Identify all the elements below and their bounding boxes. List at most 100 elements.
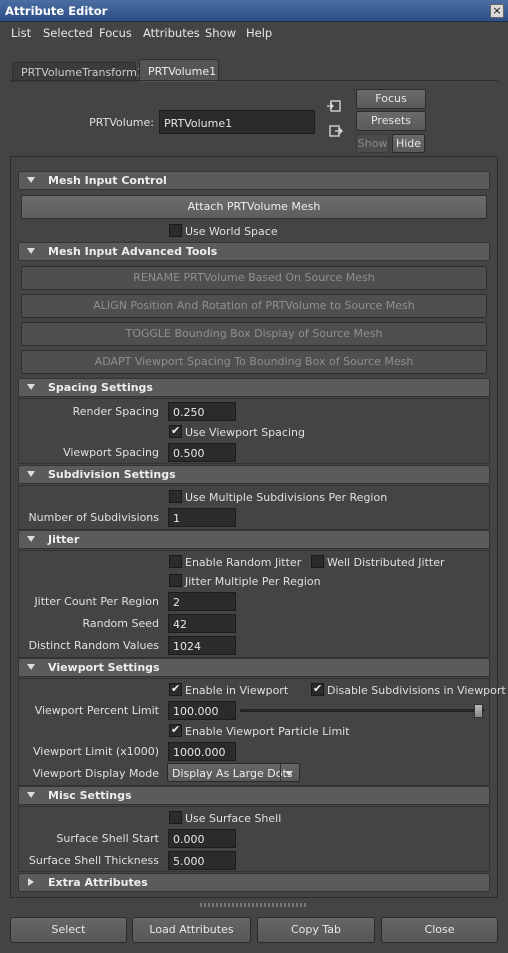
tab-prtvolumetransform1[interactable]: PRTVolumeTransform1 [12, 62, 144, 82]
expanded-triangle-icon [27, 792, 35, 798]
surface-shell-thickness-field[interactable]: 5.000 [168, 851, 236, 870]
viewport-spacing-field[interactable]: 0.500 [168, 443, 236, 462]
toggle-bbox-button[interactable]: TOGGLE Bounding Box Display of Source Me… [21, 322, 487, 346]
viewport-spacing-label: Viewport Spacing [63, 446, 159, 459]
expanded-triangle-icon [27, 664, 35, 670]
viewport-display-mode-dropdown[interactable]: Display As Large Dots [167, 763, 300, 782]
node-label: PRTVolume: [89, 116, 154, 129]
expanded-triangle-icon [27, 471, 35, 477]
section-title: Extra Attributes [48, 876, 148, 889]
expanded-triangle-icon [27, 384, 35, 390]
viewport-percent-slider[interactable] [240, 704, 484, 718]
random-seed-field[interactable]: 42 [168, 614, 236, 633]
disable-subdivisions-label: Disable Subdivisions in Viewport [327, 684, 506, 697]
collapsed-triangle-icon [28, 878, 34, 886]
viewport-percent-limit-field[interactable]: 100.000 [168, 701, 236, 720]
expanded-triangle-icon [27, 536, 35, 542]
enable-random-jitter-checkbox[interactable] [169, 555, 182, 568]
section-viewport-settings[interactable]: Viewport Settings [18, 658, 490, 677]
jitter-count-label: Jitter Count Per Region [34, 595, 159, 608]
number-of-subdivisions-field[interactable]: 1 [168, 508, 236, 527]
attach-mesh-button[interactable]: Attach PRTVolume Mesh [21, 195, 487, 219]
enable-random-jitter-label: Enable Random Jitter [185, 556, 302, 569]
menu-focus[interactable]: Focus [99, 26, 132, 40]
surface-shell-start-label: Surface Shell Start [56, 832, 159, 845]
use-multiple-subdivisions-checkbox[interactable] [169, 490, 182, 503]
menu-list[interactable]: List [11, 26, 31, 40]
select-button[interactable]: Select [10, 917, 127, 943]
distinct-random-values-field[interactable]: 1024 [168, 636, 236, 655]
copy-tab-button[interactable]: Copy Tab [257, 917, 375, 943]
viewport-limit-field[interactable]: 1000.000 [168, 742, 236, 761]
load-attributes-button[interactable]: Load Attributes [132, 917, 251, 943]
tab-prtvolume1[interactable]: PRTVolume1 [139, 59, 219, 82]
align-button[interactable]: ALIGN Position And Rotation of PRTVolume… [21, 294, 487, 318]
section-title: Jitter [48, 533, 80, 546]
section-jitter[interactable]: Jitter [18, 530, 490, 549]
use-surface-shell-checkbox[interactable] [169, 811, 182, 824]
render-spacing-field[interactable]: 0.250 [168, 402, 236, 421]
presets-button[interactable]: Presets [356, 111, 426, 131]
section-title: Subdivision Settings [48, 468, 176, 481]
expanded-triangle-icon [27, 177, 35, 183]
use-multiple-subdivisions-label: Use Multiple Subdivisions Per Region [185, 491, 388, 504]
dropdown-value: Display As Large Dots [172, 767, 293, 780]
enable-viewport-particle-limit-label: Enable Viewport Particle Limit [185, 725, 350, 738]
show-button[interactable]: Show [356, 134, 389, 153]
menu-help[interactable]: Help [246, 26, 272, 40]
section-extra-attributes[interactable]: Extra Attributes [18, 873, 490, 892]
menu-bar: List Selected Focus Attributes Show Help [0, 22, 508, 44]
viewport-display-mode-label: Viewport Display Mode [32, 767, 159, 780]
node-name-field[interactable]: PRTVolume1 [159, 110, 315, 134]
expanded-triangle-icon [27, 248, 35, 254]
resize-grip-icon[interactable] [200, 903, 308, 907]
menu-show[interactable]: Show [205, 26, 236, 40]
section-title: Misc Settings [48, 789, 132, 802]
surface-shell-thickness-label: Surface Shell Thickness [28, 854, 159, 867]
enable-in-viewport-label: Enable in Viewport [185, 684, 289, 697]
disable-subdivisions-checkbox[interactable] [311, 682, 324, 696]
section-title: Mesh Input Control [48, 174, 167, 187]
section-subdivision-settings[interactable]: Subdivision Settings [18, 465, 490, 484]
use-viewport-spacing-label: Use Viewport Spacing [185, 426, 305, 439]
slider-handle[interactable] [474, 704, 483, 718]
window-title: Attribute Editor [5, 4, 108, 18]
number-of-subdivisions-label: Number of Subdivisions [28, 511, 159, 524]
close-icon[interactable]: × [490, 4, 504, 18]
title-bar: Attribute Editor × [0, 0, 508, 22]
focus-button[interactable]: Focus [356, 89, 426, 109]
section-mesh-input-control[interactable]: Mesh Input Control [18, 171, 490, 190]
menu-selected[interactable]: Selected [43, 26, 93, 40]
surface-shell-start-field[interactable]: 0.000 [168, 829, 236, 848]
rename-button[interactable]: RENAME PRTVolume Based On Source Mesh [21, 266, 487, 290]
input-connection-icon[interactable] [327, 99, 341, 113]
section-misc-settings[interactable]: Misc Settings [18, 786, 490, 805]
use-surface-shell-label: Use Surface Shell [185, 812, 282, 825]
output-connection-icon[interactable] [329, 124, 343, 138]
tab-divider [10, 80, 498, 81]
chevron-down-icon [285, 771, 293, 776]
use-viewport-spacing-checkbox[interactable] [169, 424, 182, 438]
section-title: Spacing Settings [48, 381, 153, 394]
distinct-random-values-label: Distinct Random Values [28, 639, 159, 652]
enable-viewport-particle-limit-checkbox[interactable] [169, 723, 182, 737]
jitter-multiple-label: Jitter Multiple Per Region [185, 575, 321, 588]
menu-attributes[interactable]: Attributes [143, 26, 200, 40]
random-seed-label: Random Seed [82, 617, 159, 630]
viewport-limit-label: Viewport Limit (x1000) [32, 745, 159, 758]
close-button[interactable]: Close [381, 917, 498, 943]
jitter-multiple-checkbox[interactable] [169, 574, 182, 587]
use-world-space-checkbox[interactable] [169, 224, 182, 237]
section-title: Viewport Settings [48, 661, 160, 674]
adapt-spacing-button[interactable]: ADAPT Viewport Spacing To Bounding Box o… [21, 350, 487, 374]
section-title: Mesh Input Advanced Tools [48, 245, 218, 258]
enable-in-viewport-checkbox[interactable] [169, 682, 182, 696]
well-distributed-jitter-checkbox[interactable] [311, 555, 324, 568]
section-spacing-settings[interactable]: Spacing Settings [18, 378, 490, 397]
jitter-count-field[interactable]: 2 [168, 592, 236, 611]
well-distributed-jitter-label: Well Distributed Jitter [327, 556, 445, 569]
section-mesh-input-advanced-tools[interactable]: Mesh Input Advanced Tools [18, 242, 490, 261]
render-spacing-label: Render Spacing [72, 405, 159, 418]
dropdown-divider [280, 764, 281, 781]
hide-button[interactable]: Hide [392, 134, 425, 153]
